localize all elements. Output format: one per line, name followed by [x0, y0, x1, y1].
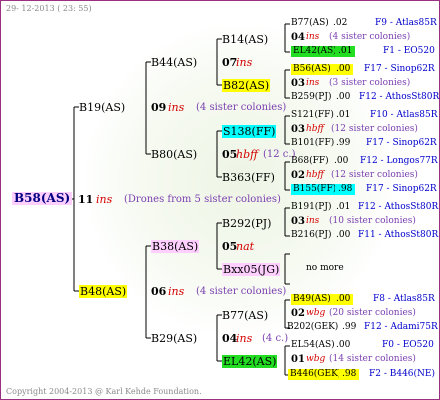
gen5-5-top-year: .01: [336, 202, 351, 212]
gen5-4-top-place: F12 - Longos77R: [360, 156, 438, 166]
gen5-5-mid-ins: ins: [306, 216, 320, 226]
gen5-4-mid-ins: hbff: [306, 170, 324, 180]
gen5-7-bot-name[interactable]: B202(GEK): [287, 322, 338, 333]
gen5-3-top-place: F10 - Atlas85R: [370, 110, 438, 120]
gen3-a-ins: ins: [236, 56, 253, 69]
gen5-7-mid-ins: wbg: [306, 308, 326, 318]
gen5-2-top-name[interactable]: B56(AS): [291, 64, 333, 75]
gen1-ins: ins: [96, 193, 113, 206]
gen3-d-ins: ins: [236, 332, 253, 345]
gen5-4-bot-name[interactable]: B155(FF): [291, 184, 339, 195]
gen5-4-bot-year: .98: [335, 184, 356, 195]
gen5-3-bot-place: F17 - Sinop62R: [366, 138, 437, 148]
gen5-7-top-place: F8 - Atlas85R: [373, 294, 435, 304]
gen5-2-bot-year: .00: [336, 92, 351, 102]
no-more-label: no more: [306, 263, 344, 273]
queen-gen2-b[interactable]: B48(AS): [79, 285, 128, 298]
gen5-5-bot-place: F11 - AthosSt80R: [358, 230, 439, 240]
gen2-b-ins: ins: [168, 285, 185, 298]
queen-gen4-8[interactable]: EL42(AS): [222, 355, 278, 368]
gen5-3-mid-ins: hbff: [306, 124, 324, 134]
gen5-7-mid-year: 02: [291, 308, 305, 319]
gen5-4-top-year: .00: [334, 156, 349, 166]
queen-gen4-1[interactable]: B14(AS): [222, 33, 268, 46]
gen2-b-year: 06: [151, 285, 167, 298]
queen-gen4-4[interactable]: B363(FF): [222, 171, 275, 184]
queen-gen3-d[interactable]: B29(AS): [151, 332, 197, 345]
gen5-8-mid-year: 01: [291, 354, 305, 365]
gen3-d-note: (4 c.): [262, 333, 289, 344]
gen5-3-mid-note: (12 sister colonies): [331, 124, 418, 134]
gen5-4-top-name[interactable]: B68(FF): [291, 156, 329, 167]
gen5-1-bot-name[interactable]: EL42(AS): [291, 46, 339, 57]
queen-gen3-a[interactable]: B44(AS): [151, 56, 197, 69]
gen5-3-mid-year: 03: [291, 124, 305, 135]
gen5-7-bot-year: .99: [342, 322, 357, 332]
gen2-a-ins: ins: [168, 101, 185, 114]
gen5-2-bot-place: F12 - AthosSt80R: [359, 92, 440, 102]
gen5-8-bot-place: F2 - B446(NE): [369, 369, 435, 379]
gen5-8-top-name[interactable]: EL54(AS): [291, 340, 335, 351]
gen5-4-bot-place: F17 - Sinop62R: [366, 184, 437, 194]
report-date: 29- 12-2013 ( 23: 55): [6, 4, 92, 13]
gen5-2-top-year: .00: [333, 64, 354, 75]
gen5-1-top-place: F9 - Atlas85R: [375, 18, 437, 28]
gen1-year: 11: [78, 193, 94, 206]
gen2-b-note: (4 sister colonies): [196, 286, 287, 297]
gen5-8-bot-name[interactable]: B446(GEK): [288, 369, 344, 380]
queen-gen3-c[interactable]: B38(AS): [151, 240, 200, 253]
queen-gen4-5[interactable]: B292(PJ): [222, 217, 271, 230]
gen5-5-mid-year: 03: [291, 216, 305, 227]
gen5-5-top-name[interactable]: B191(PJ): [291, 202, 331, 213]
gen5-7-mid-note: (20 sister colonies): [329, 308, 416, 318]
gen3-b-ins: hbff: [236, 148, 258, 161]
gen5-8-top-year: .00: [336, 340, 351, 350]
queen-gen1[interactable]: B58(AS): [12, 192, 73, 205]
gen5-1-bot-place: F1 - EO520: [383, 46, 435, 56]
queen-gen4-7[interactable]: B77(AS): [222, 309, 268, 322]
gen5-1-mid-ins: ins: [306, 32, 320, 42]
gen5-1-mid-year: 04: [291, 32, 305, 43]
gen5-3-bot-year: .99: [336, 138, 351, 148]
gen5-2-top-place: F17 - Sinop62R: [364, 64, 435, 74]
gen5-8-top-place: F0 - EO520: [382, 340, 434, 350]
gen5-3-top-name[interactable]: S121(FF): [291, 110, 334, 121]
gen5-5-bot-name[interactable]: B216(PJ): [291, 230, 331, 241]
gen5-4-mid-note: (12 sister colonies): [331, 170, 418, 180]
gen5-2-mid-note: (3 sister colonies): [329, 78, 411, 88]
gen5-5-mid-note: (10 sister colonies): [329, 216, 416, 226]
gen5-5-bot-year: .00: [336, 230, 351, 240]
gen5-2-bot-name[interactable]: B259(PJ): [291, 92, 331, 103]
queen-gen4-6[interactable]: Bxx05(JG): [222, 263, 281, 276]
gen5-2-mid-year: 03: [291, 78, 305, 89]
gen5-8-mid-note: (14 sister colonies): [329, 354, 416, 364]
queen-gen4-2[interactable]: B82(AS): [222, 79, 271, 92]
gen5-7-bot-place: F12 - Adami75R: [364, 322, 438, 332]
gen2-a-note: (4 sister colonies): [196, 102, 287, 113]
gen5-7-top-year: .00: [333, 294, 354, 305]
gen5-1-top-year: .02: [333, 18, 348, 28]
gen5-1-mid-note: (4 sister colonies): [329, 32, 411, 42]
gen5-1-bot-year: .01: [335, 46, 356, 57]
gen5-7-top-name[interactable]: B49(AS): [291, 294, 333, 305]
gen5-5-top-place: F12 - AthosSt80R: [358, 202, 439, 212]
gen5-8-mid-ins: wbg: [306, 354, 326, 364]
gen2-a-year: 09: [151, 101, 167, 114]
queen-gen2-a[interactable]: B19(AS): [79, 101, 125, 114]
gen5-2-mid-ins: ins: [306, 78, 320, 88]
gen5-8-bot-year: .98: [339, 369, 360, 380]
gen1-note: (Drones from 5 sister colonies): [124, 194, 281, 205]
queen-gen4-3[interactable]: S138(FF): [222, 125, 277, 138]
gen3-c-ins: nat: [236, 240, 255, 253]
gen5-3-top-year: .01: [336, 110, 351, 120]
queen-gen3-b[interactable]: B80(AS): [151, 148, 197, 161]
gen5-4-mid-year: 02: [291, 170, 305, 181]
copyright: Copyright 2004-2013 @ Karl Kehde Foundat…: [6, 387, 202, 396]
gen5-1-top-name[interactable]: B77(AS): [291, 18, 329, 29]
gen5-3-bot-name[interactable]: B101(FF): [291, 138, 334, 149]
